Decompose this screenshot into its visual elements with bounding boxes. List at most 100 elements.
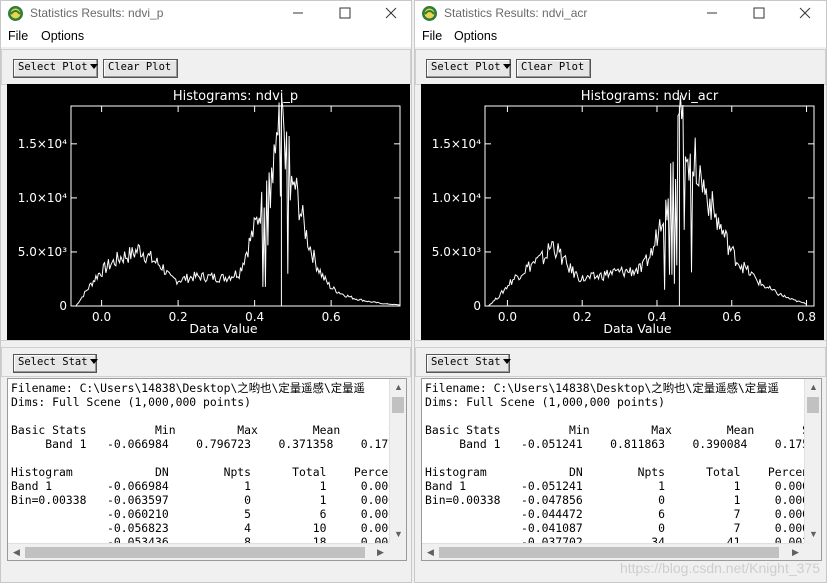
scroll-right-icon[interactable]: ▶ <box>787 544 804 560</box>
stats-window-ndvi-p: Statistics Results: ndvi_p File Options … <box>0 0 412 583</box>
stats-line: Histogram DN Npts Total Percent A <box>425 465 822 479</box>
stats-line: -0.056823 4 10 0.0004 <box>11 521 402 535</box>
stats-text-area[interactable]: Filename: C:\Users\14838\Desktop\之哟也\定量遥… <box>7 378 407 561</box>
y-tick-label: 1.5×10⁴ <box>18 137 67 151</box>
plot-frame <box>70 105 401 307</box>
scroll-right-icon[interactable]: ▶ <box>372 544 389 560</box>
stats-text: Filename: C:\Users\14838\Desktop\之哟也\定量遥… <box>425 381 822 560</box>
plot-title: Histograms: ndvi_p <box>173 89 298 104</box>
plot-toolbar: Select Plot Clear Plot <box>1 49 411 85</box>
stats-line: Basic Stats Min Max Mean Stdev <box>425 423 822 437</box>
scroll-down-icon[interactable]: ▼ <box>390 526 406 543</box>
x-tick-label: 0.6 <box>322 310 341 324</box>
menu-options[interactable]: Options <box>41 29 84 43</box>
stats-line: Basic Stats Min Max Mean Stdev <box>11 423 407 437</box>
clear-plot-button[interactable]: Clear Plot <box>103 59 178 78</box>
stats-line: Band 1 -0.051241 0.811863 0.390084 0.175… <box>425 437 822 451</box>
maximize-icon[interactable] <box>748 3 770 23</box>
menu-bar: File Options <box>415 26 826 47</box>
watermark: https://blog.csdn.net/Knight_375 <box>619 560 820 576</box>
dropdown-arrow-icon <box>89 64 98 69</box>
scroll-thumb[interactable] <box>25 547 365 558</box>
select-stat-button[interactable]: Select Stat <box>13 354 98 373</box>
stats-window-ndvi-acr: Statistics Results: ndvi_acr File Option… <box>414 0 827 583</box>
dropdown-arrow-icon <box>502 359 511 364</box>
maximize-icon[interactable] <box>334 3 356 23</box>
scroll-thumb[interactable] <box>439 547 779 558</box>
stats-line <box>11 409 406 423</box>
select-plot-button[interactable]: Select Plot <box>13 59 98 78</box>
dropdown-arrow-icon <box>502 64 511 69</box>
x-tick-label: 0.0 <box>92 310 111 324</box>
stats-line: -0.041087 0 7 0.0000 <box>425 521 816 535</box>
stats-line: -0.060210 5 6 0.0005 <box>11 507 402 521</box>
title-bar[interactable]: Statistics Results: ndvi_acr <box>415 1 826 26</box>
horizontal-scrollbar[interactable]: ◀ ▶ <box>422 543 804 560</box>
menu-file[interactable]: File <box>8 29 28 43</box>
window-title: Statistics Results: ndvi_acr <box>444 6 588 20</box>
envi-app-icon <box>8 6 23 21</box>
y-tick-label: 5.0×10³ <box>432 245 481 259</box>
stats-line: Dims: Full Scene (1,000,000 points) <box>11 395 252 409</box>
scroll-left-icon[interactable]: ◀ <box>8 544 25 560</box>
histogram-plot[interactable]: Histograms: ndvi_acr 0 5.0×10³ 1.0×10⁴ 1.5×1… <box>421 84 824 340</box>
minimize-icon[interactable] <box>701 3 723 23</box>
stats-line: Bin=0.00338 -0.063597 0 1 0.0000 <box>11 493 402 507</box>
scroll-left-icon[interactable]: ◀ <box>422 544 439 560</box>
stats-line: Band 1 -0.066984 1 1 0.0001 <box>11 479 402 493</box>
select-stat-label: Select Stat <box>18 356 88 368</box>
select-plot-button[interactable]: Select Plot <box>426 59 511 78</box>
scroll-thumb[interactable] <box>392 397 404 413</box>
clear-plot-label: Clear Plot <box>521 61 585 73</box>
scroll-up-icon[interactable]: ▲ <box>805 379 821 396</box>
dropdown-arrow-icon <box>89 359 98 364</box>
title-bar[interactable]: Statistics Results: ndvi_p <box>1 1 411 26</box>
horizontal-scrollbar[interactable]: ◀ ▶ <box>8 543 389 560</box>
minimize-icon[interactable] <box>287 3 309 23</box>
stats-line: -0.044472 6 7 0.0006 <box>425 507 816 521</box>
stats-line: Filename: C:\Users\14838\Desktop\之哟也\定量遥… <box>11 381 365 395</box>
x-tick-label: 0.2 <box>169 310 188 324</box>
select-plot-label: Select Plot <box>18 61 88 73</box>
x-tick-label: 0.6 <box>722 310 741 324</box>
stat-toolbar: Select Stat <box>1 347 411 377</box>
x-tick-label: 0.2 <box>573 310 592 324</box>
y-tick-label: 0 <box>59 299 67 313</box>
stats-line: Dims: Full Scene (1,000,000 points) <box>425 395 666 409</box>
histogram-series-line <box>488 95 807 307</box>
y-tick-label: 1.0×10⁴ <box>432 191 481 205</box>
histogram-series-line <box>75 97 400 307</box>
menu-options[interactable]: Options <box>454 29 497 43</box>
stats-text-area[interactable]: Filename: C:\Users\14838\Desktop\之哟也\定量遥… <box>421 378 822 561</box>
y-tick-label: 5.0×10³ <box>18 245 67 259</box>
scroll-thumb[interactable] <box>807 397 819 413</box>
scroll-up-icon[interactable]: ▲ <box>390 379 406 396</box>
stat-toolbar: Select Stat <box>415 347 826 377</box>
vertical-scrollbar[interactable]: ▲ ▼ <box>804 379 821 543</box>
y-tick-label: 1.0×10⁴ <box>18 191 67 205</box>
clear-plot-label: Clear Plot <box>108 61 172 73</box>
close-icon[interactable] <box>380 3 402 23</box>
envi-app-icon <box>422 6 437 21</box>
x-tick-label: 0.0 <box>498 310 517 324</box>
stats-line: Bin=0.00338 -0.047856 0 1 0.0000 <box>425 493 816 507</box>
select-stat-button[interactable]: Select Stat <box>426 354 511 373</box>
stats-line: Band 1 -0.066984 0.796723 0.371358 0.177… <box>11 437 407 451</box>
histogram-plot[interactable]: Histograms: ndvi_p 0 5.0×10³ 1.0×10⁴ 1.5×10⁴… <box>7 84 410 340</box>
stats-line <box>425 409 821 423</box>
menu-bar: File Options <box>1 26 411 47</box>
close-icon[interactable] <box>794 3 816 23</box>
stats-line: Filename: C:\Users\14838\Desktop\之哟也\定量遥… <box>425 381 779 395</box>
scroll-corner <box>804 543 821 560</box>
scroll-down-icon[interactable]: ▼ <box>805 526 821 543</box>
clear-plot-button[interactable]: Clear Plot <box>516 59 591 78</box>
vertical-scrollbar[interactable]: ▲ ▼ <box>389 379 406 543</box>
stats-line <box>11 451 406 465</box>
y-tick-label: 1.5×10⁴ <box>432 137 481 151</box>
plot-toolbar: Select Plot Clear Plot <box>415 49 826 85</box>
menu-file[interactable]: File <box>422 29 442 43</box>
x-tick-label: 0.8 <box>797 310 816 324</box>
stats-text: Filename: C:\Users\14838\Desktop\之哟也\定量遥… <box>11 381 407 560</box>
plot-frame <box>484 105 815 307</box>
window-title: Statistics Results: ndvi_p <box>30 6 164 20</box>
